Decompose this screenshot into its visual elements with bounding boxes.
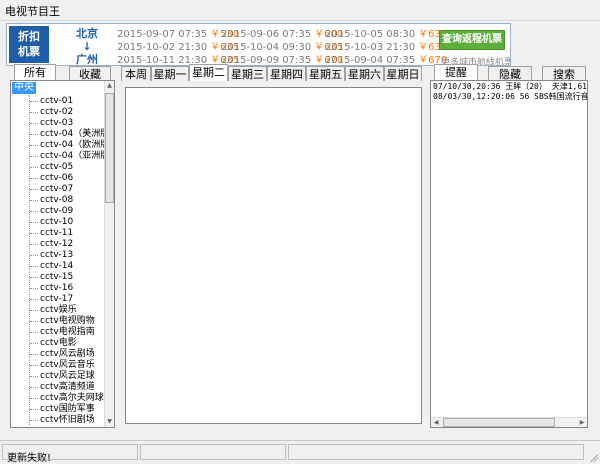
tree-item-channel[interactable]: cctv风云音乐 [30, 360, 95, 371]
tab-favorites[interactable]: 收藏 [69, 66, 111, 81]
status-segment [140, 444, 286, 460]
tree-item-channel[interactable]: cctv-04（美洲版） [30, 129, 114, 140]
badge-line-2: 机票 [18, 45, 40, 58]
tree-item-channel[interactable]: cctv-01 [30, 96, 73, 107]
tree-item-channel[interactable]: cctv-03 [30, 118, 73, 129]
reminder-row[interactable]: 08/03/30,12:20:06 56 SBS韩国流行音乐 [433, 92, 587, 102]
fare-date: 2015-09-06 07:35 [221, 29, 312, 40]
tree-item-channel[interactable]: cctv高尔夫网球 [30, 393, 104, 404]
fare-item[interactable]: 2015-10-03 21:30 ￥635 [325, 41, 447, 54]
tree-item-channel[interactable]: cctv娱乐 [30, 305, 77, 316]
flight-route: 北京 ↓ 广州 [67, 27, 107, 66]
tree-item-channel[interactable]: cctv-08 [30, 195, 73, 206]
tree-vertical-scrollbar[interactable]: ▲ ▼ [104, 81, 114, 427]
tree-item-channel[interactable]: cctv-14 [30, 261, 73, 272]
scroll-right-icon[interactable]: ▶ [577, 418, 587, 427]
tree-item-channel[interactable]: cctv电视购物 [30, 316, 95, 327]
tree-item-channel[interactable]: cctv-04（欧洲版） [30, 140, 114, 151]
tree-item-channel[interactable]: cctv-04（亚洲版） [30, 151, 114, 162]
fare-date: 2015-10-05 08:30 [325, 29, 416, 40]
tab-search[interactable]: 搜索 [542, 66, 586, 81]
badge-line-1: 折扣 [18, 30, 40, 43]
tab-wednesday[interactable]: 星期三 [228, 66, 267, 81]
discount-ticket-badge[interactable]: 折扣 机票 [9, 26, 49, 63]
scroll-thumb[interactable] [443, 418, 555, 427]
fare-date: 2015-10-04 09:30 [221, 42, 312, 53]
tree-item-channel[interactable]: cctv-10 [30, 217, 73, 228]
fare-date: 2015-09-04 07:35 [325, 55, 416, 66]
tree-item-channel[interactable]: cctv-12 [30, 239, 73, 250]
tree-root-cctv[interactable]: 中央 [12, 82, 36, 94]
route-origin: 北京 [76, 27, 98, 40]
reminder-row[interactable]: 07/10/30,20:36 王眸（20） 天津1,61 [433, 82, 587, 92]
tab-saturday[interactable]: 星期六 [345, 66, 384, 81]
fare-item[interactable]: 2015-10-05 08:30 ￥635 [325, 28, 447, 41]
tree-item-channel[interactable]: cctv高清频道 [30, 382, 95, 393]
return-flight-search-button[interactable]: 查询返程机票 [439, 30, 505, 50]
tab-thursday[interactable]: 星期四 [267, 66, 306, 81]
tree-item-channel[interactable]: cctv电视指南 [30, 327, 95, 338]
channel-tree[interactable]: 中央 cctv-01 cctv-02 cctv-03 cctv-04（美洲版） cctv… [10, 80, 115, 428]
program-schedule-panel[interactable] [125, 87, 422, 424]
tab-this-week[interactable]: 本周 [121, 66, 151, 81]
tree-item-channel[interactable]: cctv-06 [30, 173, 73, 184]
fare-column-3: 2015-10-05 08:30 ￥635 2015-10-03 21:30 ￥63… [325, 28, 447, 66]
status-segment-message: 更新失败! [2, 444, 138, 464]
fare-item[interactable]: 2015-09-04 07:35 ￥670 [325, 54, 447, 66]
tree-item-channel[interactable]: cctv-15 [30, 272, 73, 283]
tree-item-channel[interactable]: cctv-17 [30, 294, 73, 305]
fare-date: 2015-10-03 21:30 [325, 42, 416, 53]
scroll-left-icon[interactable]: ◀ [431, 418, 441, 427]
fare-date: 2015-09-09 07:35 [221, 55, 312, 66]
tree-item-channel[interactable]: cctv-09 [30, 206, 73, 217]
tab-hidden[interactable]: 隐藏 [488, 66, 532, 81]
tab-sunday[interactable]: 星期日 [384, 66, 422, 81]
tree-item-channel[interactable]: cctv怀旧剧场 [30, 415, 95, 426]
tab-monday[interactable]: 星期一 [151, 66, 189, 81]
status-segment [288, 444, 584, 460]
scroll-down-icon[interactable]: ▼ [105, 417, 114, 427]
reminder-list[interactable]: 07/10/30,20:36 王眸（20） 天津1,61 08/03/30,12… [430, 80, 588, 428]
tree-item-channel[interactable]: cctv-13 [30, 250, 73, 261]
route-destination: 广州 [76, 53, 98, 66]
route-arrow-icon: ↓ [82, 40, 92, 53]
tab-reminders[interactable]: 提醒 [434, 64, 478, 81]
flight-ad-banner[interactable]: 折扣 机票 北京 ↓ 广州 2015-09-07 07:35 ￥530 2015-… [6, 23, 511, 66]
tab-friday[interactable]: 星期五 [306, 66, 345, 81]
tree-item-channel[interactable]: cctv-16 [30, 283, 73, 294]
scroll-thumb[interactable] [105, 93, 114, 203]
fare-date: 2015-10-02 21:30 [117, 42, 208, 53]
tree-item-channel[interactable]: cctv-02 [30, 107, 73, 118]
status-message: 更新失败! [7, 453, 52, 464]
tree-item-channel[interactable]: cctv-07 [30, 184, 73, 195]
tree-item-channel[interactable]: cctv国防军事 [30, 404, 95, 415]
tree-item-channel[interactable]: cctv-05 [30, 162, 73, 173]
resize-grip-icon[interactable] [588, 452, 598, 462]
tree-item-channel[interactable]: cctv电影 [30, 338, 77, 349]
tab-all[interactable]: 所有 [14, 64, 56, 81]
tree-item-channel[interactable]: cctv风云足球 [30, 371, 95, 382]
tab-tuesday[interactable]: 星期二 [189, 64, 228, 81]
tree-item-channel[interactable]: cctv-11 [30, 228, 73, 239]
scroll-up-icon[interactable]: ▲ [105, 81, 114, 91]
status-bar: 更新失败! [0, 440, 600, 464]
window-title: 电视节目王 [5, 5, 60, 18]
fare-date: 2015-09-07 07:35 [117, 29, 208, 40]
title-bar: 电视节目王 [0, 0, 600, 21]
tree-item-channel[interactable]: cctv风云剧场 [30, 349, 95, 360]
reminder-horizontal-scrollbar[interactable]: ◀ ▶ [431, 417, 587, 427]
